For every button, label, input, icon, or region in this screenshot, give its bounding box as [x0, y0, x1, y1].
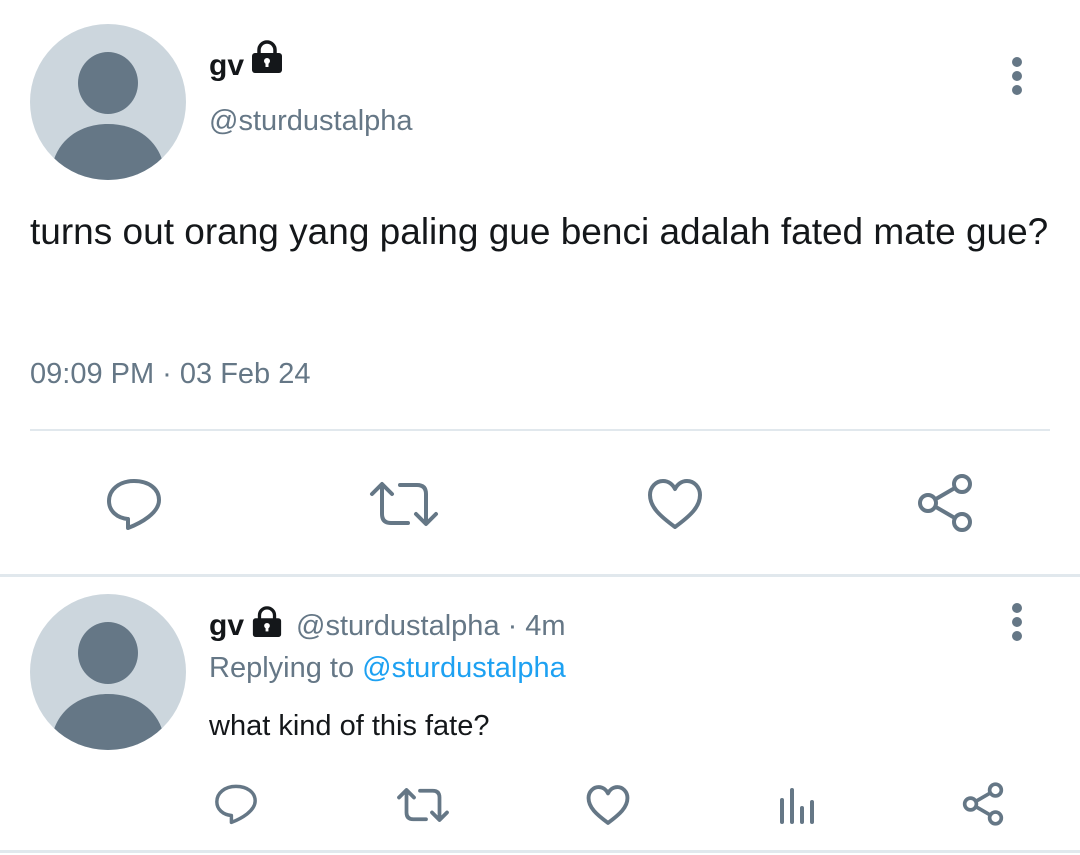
share-icon — [962, 782, 1004, 826]
reply-button[interactable] — [104, 476, 164, 532]
avatar[interactable] — [30, 24, 186, 180]
retweet-icon — [397, 788, 449, 822]
analytics-icon — [780, 788, 814, 824]
lock-icon — [249, 40, 285, 74]
display-name[interactable]: gv — [209, 48, 244, 84]
reply-text: what kind of this fate? — [209, 710, 490, 742]
username[interactable]: @sturdustalpha — [209, 103, 413, 139]
heart-icon — [648, 479, 702, 529]
retweet-icon — [370, 482, 438, 526]
reply-reply-button[interactable] — [213, 782, 259, 826]
reply-icon — [215, 784, 257, 825]
divider — [30, 429, 1050, 431]
lock-icon — [250, 606, 284, 638]
reply-share-button[interactable] — [960, 782, 1006, 826]
tweet-text: turns out orang yang paling gue benci ad… — [30, 211, 1049, 252]
replying-to-link[interactable]: @sturdustalpha — [362, 652, 566, 684]
default-avatar-icon — [50, 622, 166, 750]
bottom-divider — [0, 850, 1080, 853]
share-icon — [918, 474, 972, 532]
reply-username[interactable]: @sturdustalpha — [296, 610, 500, 643]
reply-more-options-icon[interactable] — [1010, 603, 1024, 641]
like-button[interactable] — [646, 477, 704, 531]
tweet-timestamp[interactable]: 09:09 PM · 03 Feb 24 — [30, 358, 311, 391]
reply-analytics-button[interactable] — [777, 786, 817, 826]
default-avatar-icon — [50, 52, 166, 180]
reply-header: gv @sturdustalpha · 4m — [209, 606, 566, 646]
reply-like-button[interactable] — [585, 784, 631, 826]
more-options-icon[interactable] — [1010, 57, 1024, 95]
reply-avatar[interactable] — [30, 594, 186, 750]
share-button[interactable] — [914, 473, 976, 533]
reply-display-name[interactable]: gv — [209, 609, 244, 643]
replying-to-label: Replying to — [209, 652, 355, 684]
separator-dot: · — [507, 609, 518, 642]
reply-retweet-button[interactable] — [396, 785, 450, 825]
retweet-button[interactable] — [368, 478, 440, 530]
section-divider — [0, 574, 1080, 577]
replying-to: Replying to @sturdustalpha — [209, 652, 566, 685]
reply-age[interactable]: 4m — [525, 610, 565, 643]
heart-icon — [586, 785, 630, 825]
reply-icon — [107, 479, 161, 530]
